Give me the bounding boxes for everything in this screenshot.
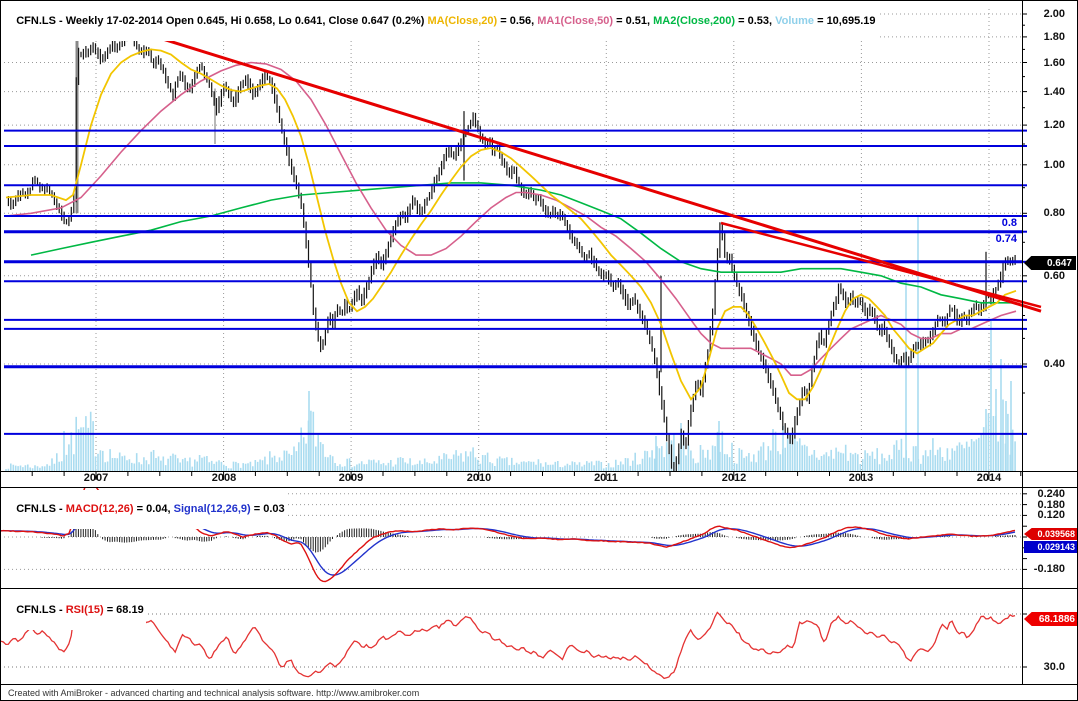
signal-value-badge: 0.029143 (1024, 541, 1077, 553)
rsi-pane-title: CFN.LS - RSI(15) = 68.19 (2, 591, 146, 630)
price-axis-label: 0.80 (1043, 207, 1065, 219)
rsi-pane[interactable] (1, 601, 1022, 680)
price-axis-label: 1.60 (1043, 57, 1065, 69)
price-axis-label: 0.60 (1043, 270, 1065, 282)
trendline[interactable] (128, 27, 1042, 313)
macd-symbol: CFN.LS - (16, 503, 66, 515)
price-axis-label: 0.40 (1043, 358, 1065, 370)
macd-value-badge: 0.039568 (1024, 528, 1077, 540)
macd-axis-label: 0.120 (1037, 509, 1065, 521)
ma20-value: = 0.56, (497, 15, 538, 27)
rsi-value-badge: 68.1886 (1024, 612, 1077, 626)
rsi-symbol: CFN.LS - (16, 604, 66, 616)
volume-legend: Volume (775, 15, 815, 27)
x-axis-year-label: 2012 (721, 472, 747, 484)
volume-value: = 10,695.19 (814, 15, 876, 27)
signal-value: = 0.03 (250, 503, 285, 515)
amibroker-footer: Created with AmiBroker - advanced charti… (8, 688, 420, 698)
rsi-axis-label: 30.0 (1043, 661, 1065, 673)
ma50-legend: MA1(Close,50) (537, 15, 614, 27)
macd-value: = 0.04, (133, 503, 174, 515)
signal-legend: Signal(12,26,9) (173, 503, 251, 515)
macd-axis-label: -0.180 (1033, 563, 1065, 575)
macd-legend: MACD(12,26) (65, 503, 134, 515)
x-axis-year-label: 2014 (976, 472, 1002, 484)
x-axis-year-label: 2010 (466, 472, 492, 484)
price-pane-title: CFN.LS - Weekly 17-02-2014 Open 0.645, H… (2, 2, 878, 41)
support-level-label-0.8: 0.8 (1001, 217, 1017, 229)
x-axis-year-label: 2008 (211, 472, 237, 484)
rsi-legend: RSI(15) (65, 604, 104, 616)
price-axis-label: 1.20 (1043, 119, 1065, 131)
ma20-legend: MA(Close,20) (427, 15, 498, 27)
macd-pane-title: CFN.LS - MACD(12,26) = 0.04, Signal(12,2… (2, 490, 287, 529)
support-level-label-0.74: 0.74 (995, 233, 1017, 245)
price-axis-label: 1.00 (1043, 159, 1065, 171)
chart-canvas[interactable] (1, 1, 1078, 701)
price-pane[interactable] (4, 9, 1022, 476)
rsi-value: = 68.19 (103, 604, 144, 616)
x-axis-year-label: 2013 (848, 472, 874, 484)
last-price-badge: 0.647 (1024, 256, 1076, 270)
price-axis-label: 1.40 (1043, 86, 1065, 98)
price-axis-label: 1.80 (1043, 31, 1065, 43)
chart-window: CFN.LS - Weekly 17-02-2014 Open 0.645, H… (0, 0, 1078, 701)
ma200-value: = 0.53, (735, 15, 776, 27)
x-axis-year-label: 2009 (338, 472, 364, 484)
ma50-value: = 0.51, (613, 15, 654, 27)
x-axis-year-label: 2011 (594, 472, 618, 484)
price-axis-label: 2.00 (1043, 8, 1065, 20)
x-axis-year-label: 2007 (83, 472, 109, 484)
ma200-legend: MA2(Close,200) (653, 15, 736, 27)
ohlc-text: CFN.LS - Weekly 17-02-2014 Open 0.645, H… (16, 15, 428, 27)
